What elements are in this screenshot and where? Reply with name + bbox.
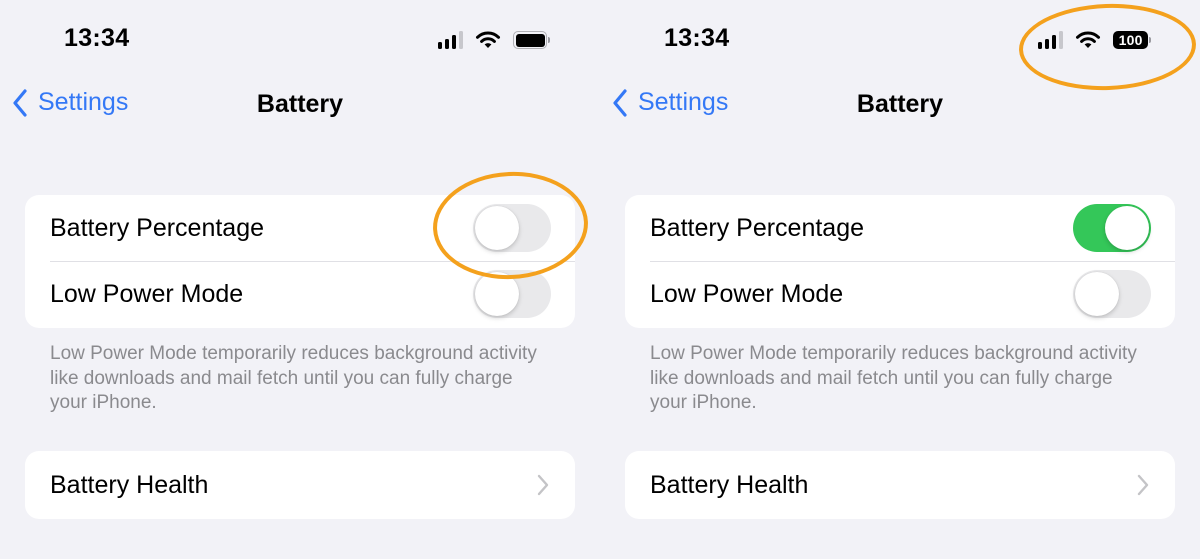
- low-power-mode-label: Low Power Mode: [650, 279, 844, 308]
- chevron-right-icon: [1137, 474, 1149, 496]
- low-power-mode-description: Low Power Mode temporarily reduces backg…: [50, 343, 537, 413]
- status-icons: 100: [1038, 28, 1151, 52]
- low-power-mode-toggle[interactable]: [473, 270, 551, 318]
- battery-health-group: Battery Health: [25, 451, 575, 519]
- battery-settings-before: 13:34 Settings Battery Battery Percentag…: [0, 0, 600, 559]
- low-power-mode-toggle[interactable]: [1073, 270, 1151, 318]
- low-power-mode-row: Low Power Mode: [625, 261, 1175, 327]
- cellular-signal-icon: [438, 31, 463, 49]
- status-time: 13:34: [664, 24, 730, 52]
- low-power-mode-description: Low Power Mode temporarily reduces backg…: [650, 343, 1137, 413]
- status-time: 13:34: [64, 24, 130, 52]
- battery-percent-text: 100: [1113, 31, 1149, 49]
- battery-settings-after: 13:34 100 Settings Battery Battery Perce…: [600, 0, 1200, 559]
- battery-health-row[interactable]: Battery Health: [25, 451, 575, 519]
- page-title: Battery: [856, 90, 944, 118]
- low-power-mode-row: Low Power Mode: [25, 261, 575, 327]
- battery-percentage-toggle[interactable]: [473, 204, 551, 252]
- battery-settings-group: Battery Percentage Low Power Mode: [625, 195, 1175, 328]
- battery-percentage-icon: 100: [1113, 31, 1151, 49]
- battery-percentage-label: Battery Percentage: [50, 213, 265, 242]
- wifi-icon: [1076, 31, 1100, 48]
- battery-percentage-label: Battery Percentage: [650, 213, 865, 242]
- battery-percentage-row: Battery Percentage: [25, 195, 575, 261]
- chevron-right-icon: [537, 474, 549, 496]
- page-title: Battery: [256, 90, 344, 118]
- low-power-mode-label: Low Power Mode: [50, 279, 244, 308]
- cellular-signal-icon: [1038, 31, 1063, 49]
- battery-icon: [513, 31, 551, 49]
- battery-health-label: Battery Health: [650, 470, 809, 499]
- battery-percentage-toggle[interactable]: [1073, 204, 1151, 252]
- battery-settings-group: Battery Percentage Low Power Mode: [25, 195, 575, 328]
- wifi-icon: [476, 31, 500, 48]
- status-icons: [438, 28, 551, 52]
- battery-health-label: Battery Health: [50, 470, 209, 499]
- battery-percentage-row: Battery Percentage: [625, 195, 1175, 261]
- battery-health-row[interactable]: Battery Health: [625, 451, 1175, 519]
- battery-health-group: Battery Health: [625, 451, 1175, 519]
